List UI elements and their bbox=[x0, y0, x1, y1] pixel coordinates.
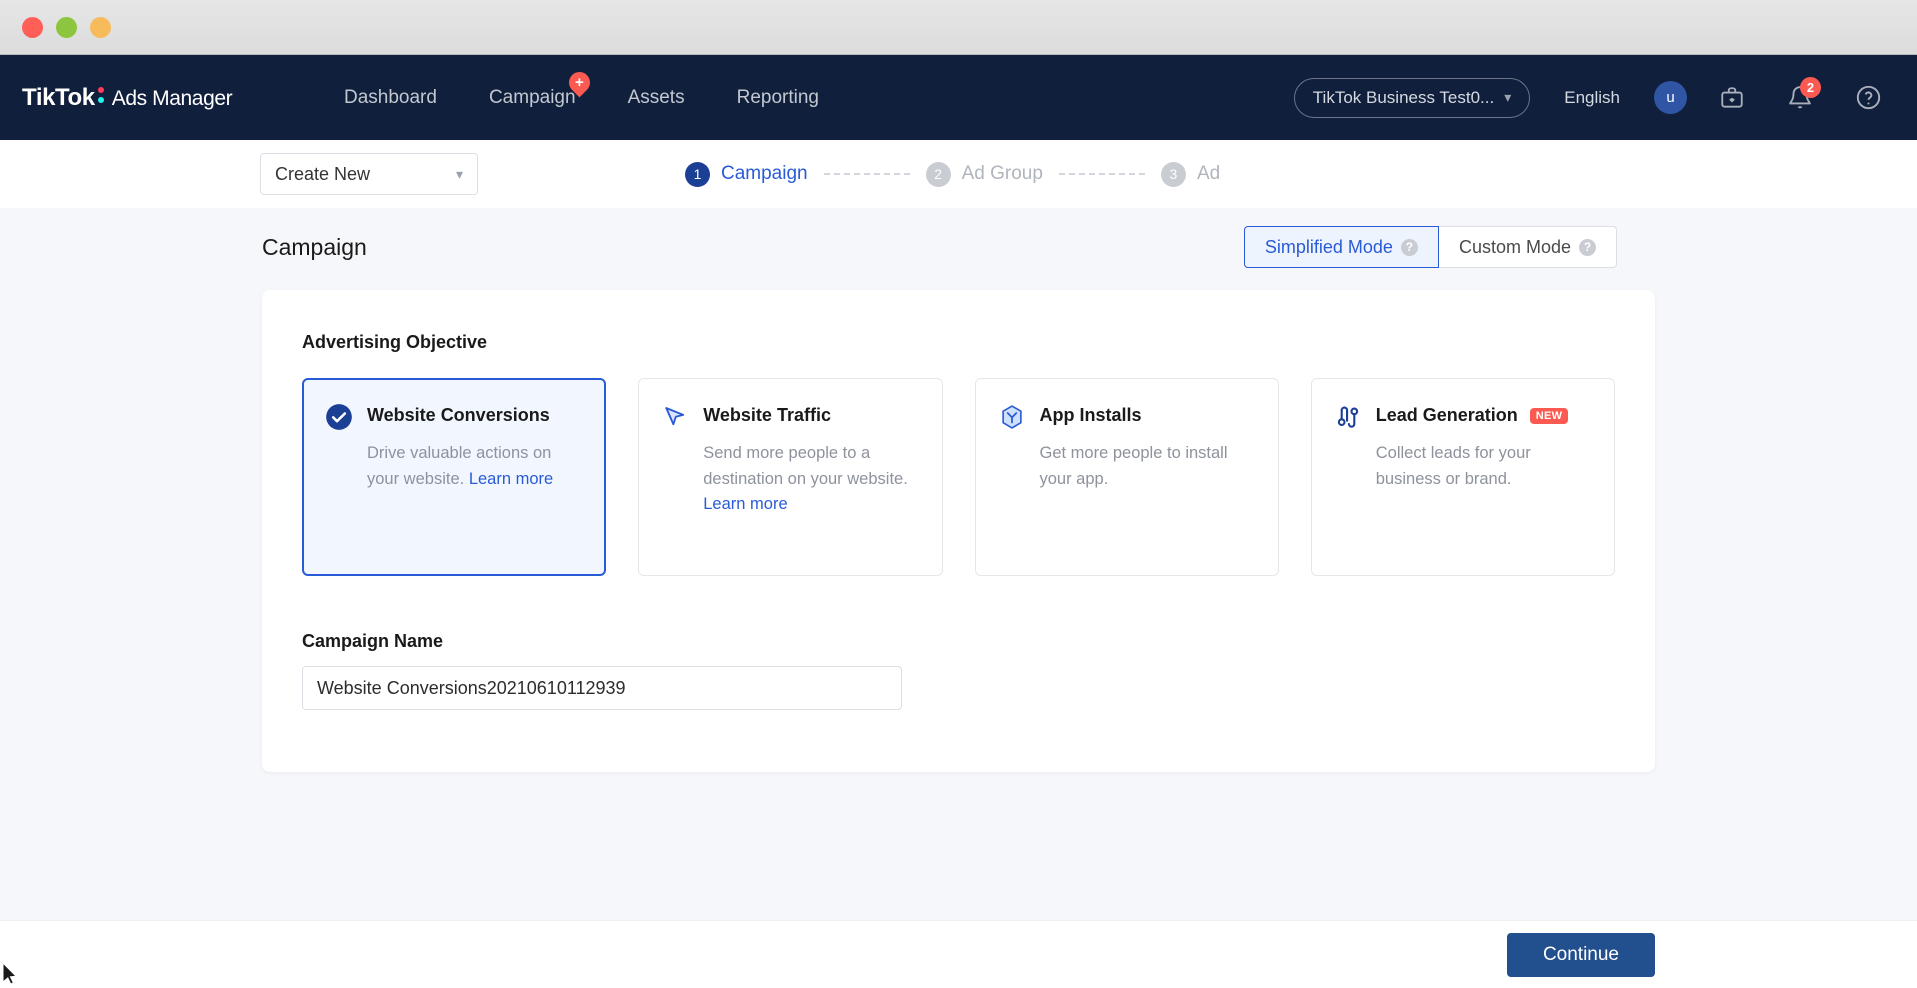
briefcase-icon[interactable] bbox=[1709, 75, 1755, 121]
close-button[interactable] bbox=[22, 16, 43, 38]
objective-card-lead-generation[interactable]: Lead Generation NEW Collect leads for yo… bbox=[1310, 378, 1615, 576]
new-badge: NEW bbox=[1529, 407, 1569, 424]
objective-description: Drive valuable actions on your website. … bbox=[367, 441, 581, 492]
window-controls bbox=[22, 16, 111, 38]
bell-icon[interactable]: 2 bbox=[1777, 75, 1823, 121]
main-nav: Dashboard Campaign + Assets Reporting bbox=[318, 55, 845, 140]
objective-name: Lead Generation NEW bbox=[1376, 405, 1569, 426]
mode-toggle: Simplified Mode ? Custom Mode ? bbox=[1243, 226, 1617, 268]
objective-desc-text: Send more people to a destination on you… bbox=[703, 444, 908, 488]
objective-name-text: Lead Generation bbox=[1375, 405, 1518, 425]
learn-more-link[interactable]: Learn more bbox=[703, 495, 787, 513]
step-number: 1 bbox=[685, 161, 710, 187]
campaign-stepper: 1 Campaign 2 Ad Group 3 Ad bbox=[685, 140, 1220, 208]
step-connector bbox=[1058, 173, 1145, 175]
language-selector[interactable]: English bbox=[1564, 88, 1620, 108]
custom-mode-button[interactable]: Custom Mode ? bbox=[1438, 226, 1617, 268]
objective-name-text: Website Conversions bbox=[367, 405, 550, 425]
step-label: Ad Group bbox=[961, 163, 1043, 184]
create-new-dropdown[interactable]: Create New ▾ bbox=[260, 153, 478, 195]
window-titlebar bbox=[0, 0, 1917, 55]
avatar[interactable]: u bbox=[1654, 81, 1687, 114]
objective-card-list: Website Conversions Drive valuable actio… bbox=[302, 378, 1615, 576]
objective-name-text: Website Traffic bbox=[703, 405, 831, 425]
account-selector[interactable]: TikTok Business Test0... ▾ bbox=[1293, 77, 1531, 118]
nav-item-dashboard[interactable]: Dashboard bbox=[318, 55, 463, 140]
plus-badge-label: + bbox=[574, 74, 584, 92]
step-label: Ad bbox=[1196, 163, 1221, 184]
help-icon[interactable]: ? bbox=[1400, 238, 1418, 256]
cursor-arrow-icon bbox=[661, 403, 689, 431]
simplified-mode-label: Simplified Mode bbox=[1264, 236, 1393, 257]
help-icon[interactable] bbox=[1845, 75, 1891, 121]
objective-description: Collect leads for your business or brand… bbox=[1376, 441, 1590, 492]
step-label: Campaign bbox=[721, 163, 808, 184]
header-actions: TikTok Business Test0... ▾ English u 2 bbox=[1293, 75, 1917, 121]
mouse-cursor-icon bbox=[2, 962, 18, 985]
campaign-name-input[interactable] bbox=[302, 666, 902, 710]
simplified-mode-button[interactable]: Simplified Mode ? bbox=[1243, 226, 1439, 268]
nav-label-assets: Assets bbox=[627, 87, 685, 108]
avatar-initial: u bbox=[1666, 89, 1675, 106]
tiktok-ads-manager-logo[interactable]: TikTok Ads Manager bbox=[22, 84, 282, 112]
step-ad[interactable]: 3 Ad bbox=[1160, 161, 1221, 187]
nav-label-reporting: Reporting bbox=[736, 87, 819, 108]
account-name: TikTok Business Test0... bbox=[1312, 87, 1495, 107]
continue-button[interactable]: Continue bbox=[1506, 932, 1655, 977]
objective-card-app-installs[interactable]: App Installs Get more people to install … bbox=[974, 378, 1279, 576]
step-connector bbox=[823, 173, 910, 175]
zoom-button[interactable] bbox=[90, 16, 111, 38]
objective-desc-text: Get more people to install your app. bbox=[1039, 444, 1228, 488]
cube-icon bbox=[998, 403, 1026, 431]
campaign-name-label: Campaign Name bbox=[302, 631, 444, 651]
objective-name: App Installs bbox=[1040, 405, 1142, 426]
help-icon[interactable]: ? bbox=[1579, 238, 1596, 256]
logo-tiktok-text: TikTok bbox=[22, 83, 95, 111]
minimize-button[interactable] bbox=[56, 16, 77, 38]
objective-name-text: App Installs bbox=[1039, 405, 1142, 425]
language-label: English bbox=[1564, 87, 1620, 107]
custom-mode-label: Custom Mode bbox=[1458, 236, 1571, 257]
chevron-down-icon: ▾ bbox=[455, 165, 463, 182]
sub-header: Create New ▾ 1 Campaign 2 Ad Group 3 Ad bbox=[0, 140, 1917, 208]
step-number: 2 bbox=[925, 161, 951, 187]
objective-description: Send more people to a destination on you… bbox=[703, 441, 917, 518]
nav-item-assets[interactable]: Assets bbox=[602, 55, 711, 140]
step-campaign[interactable]: 1 Campaign bbox=[685, 161, 808, 187]
logo-colon-icon bbox=[97, 86, 107, 105]
objective-description: Get more people to install your app. bbox=[1040, 441, 1254, 492]
check-circle-icon bbox=[325, 403, 353, 431]
learn-more-link[interactable]: Learn more bbox=[469, 470, 553, 488]
nav-item-campaign[interactable]: Campaign + bbox=[463, 55, 602, 140]
nav-label-campaign: Campaign bbox=[488, 87, 576, 108]
app-header: TikTok Ads Manager Dashboard Campaign + … bbox=[0, 55, 1917, 140]
create-new-label: Create New bbox=[275, 163, 371, 184]
nav-label-dashboard: Dashboard bbox=[344, 87, 437, 108]
logo-ads-manager-text: Ads Manager bbox=[111, 86, 233, 110]
campaign-panel: Advertising Objective Website Conversion… bbox=[262, 290, 1655, 772]
page-title: Campaign bbox=[262, 233, 367, 260]
lead-flow-icon bbox=[1334, 403, 1362, 431]
main-content: Campaign Simplified Mode ? Custom Mode ?… bbox=[0, 208, 1917, 920]
notification-badge: 2 bbox=[1800, 76, 1821, 98]
objective-desc-text: Collect leads for your business or brand… bbox=[1375, 444, 1531, 488]
objective-card-website-conversions[interactable]: Website Conversions Drive valuable actio… bbox=[302, 378, 607, 576]
step-ad-group[interactable]: 2 Ad Group bbox=[925, 161, 1043, 187]
advertising-objective-title: Advertising Objective bbox=[302, 332, 488, 352]
objective-name: Website Traffic bbox=[703, 405, 831, 426]
nav-item-reporting[interactable]: Reporting bbox=[711, 55, 845, 140]
step-number: 3 bbox=[1160, 161, 1186, 187]
page-header: Campaign Simplified Mode ? Custom Mode ? bbox=[0, 208, 1917, 268]
chevron-down-icon: ▾ bbox=[1504, 89, 1512, 105]
objective-name: Website Conversions bbox=[367, 405, 550, 426]
objective-card-website-traffic[interactable]: Website Traffic Send more people to a de… bbox=[638, 378, 943, 576]
footer-bar: Continue bbox=[0, 920, 1917, 988]
